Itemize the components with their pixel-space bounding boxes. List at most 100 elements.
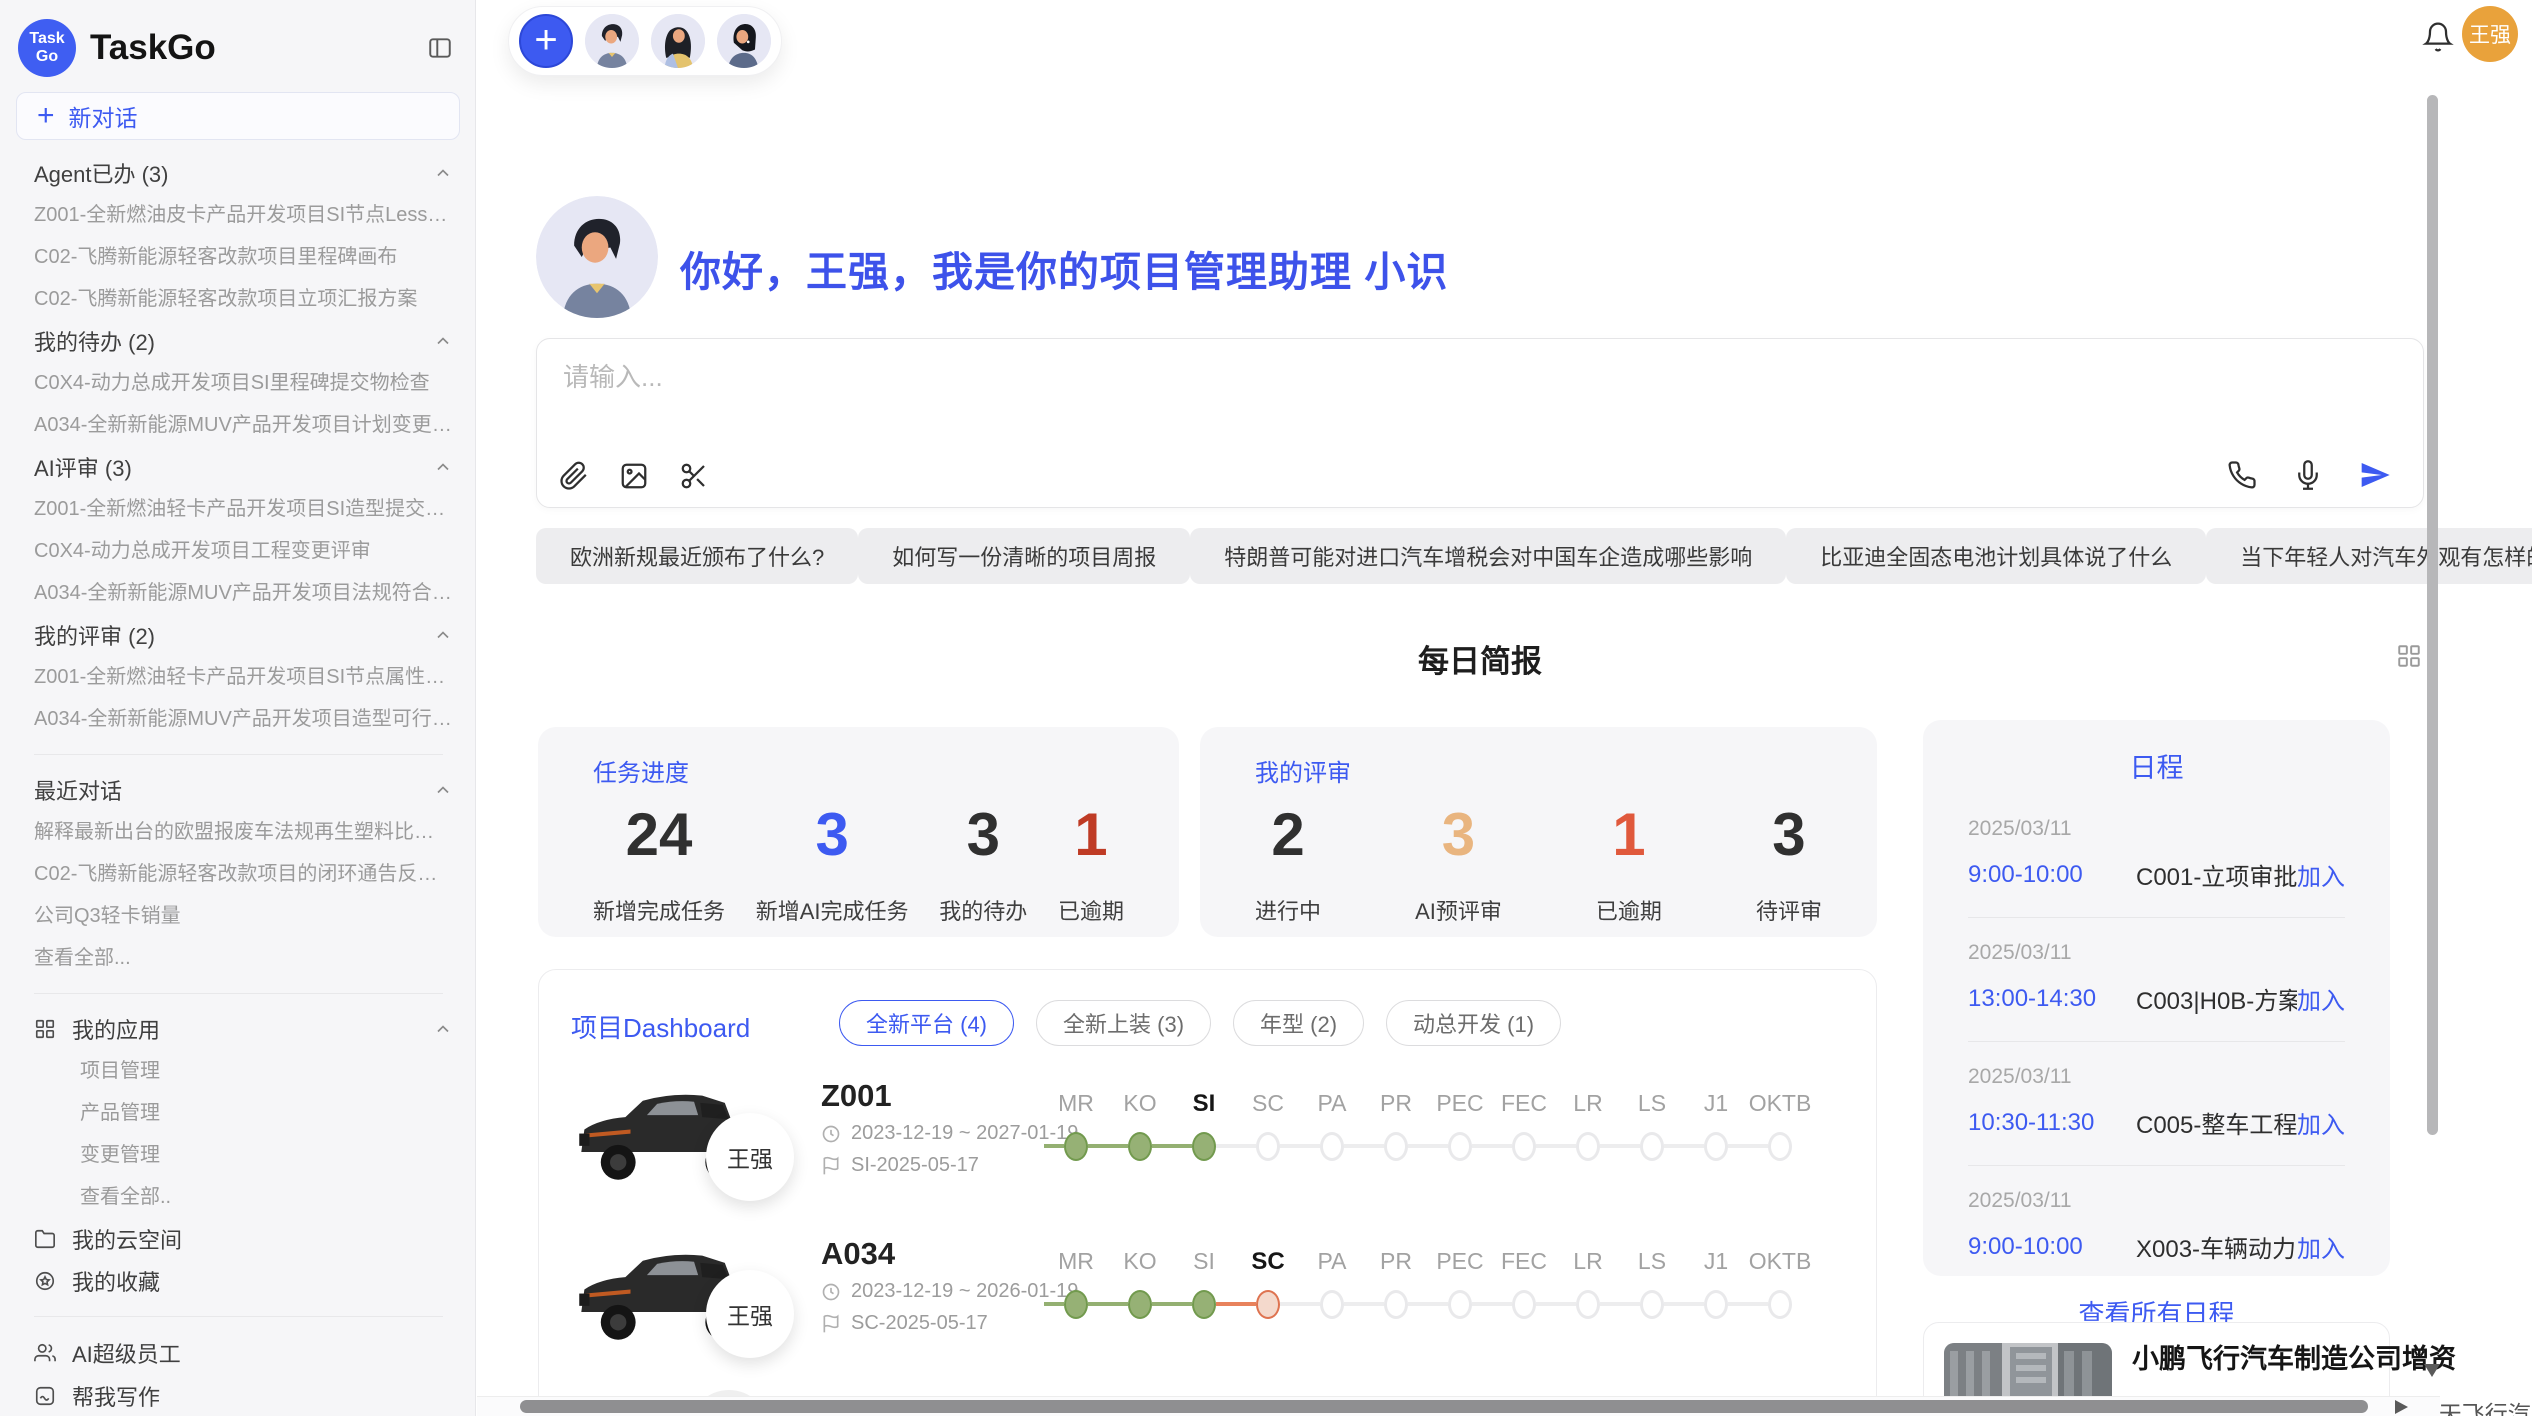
sidebar-task-item[interactable]: C0X4-动力总成开发项目工程变更评审 — [34, 530, 453, 572]
project-dates: 2023-12-19 ~ 2026-01-19 — [821, 1280, 1078, 1303]
stat: 3 新增AI完成任务 — [756, 802, 909, 926]
tool-label: 帮我写作 — [72, 1380, 160, 1412]
stat-label: 已逾期 — [1596, 894, 1662, 926]
scroll-right-arrow[interactable] — [2395, 1400, 2408, 1414]
section-agent-done[interactable]: Agent已办 (3) — [34, 152, 453, 194]
stat-label: 我的待办 — [939, 894, 1027, 926]
briefing-layout-button[interactable] — [2390, 642, 2428, 670]
milestone-node-pending — [1768, 1132, 1792, 1161]
milestone-labels: MR KO SI SC PA PR PEC FEC LR LS J1 OKTB — [1044, 1248, 1834, 1276]
collapse-sidebar-button[interactable] — [427, 35, 453, 61]
chevron-up-icon — [433, 780, 453, 800]
join-meeting-button[interactable]: 加入 — [2297, 857, 2345, 892]
recent-chat-item[interactable]: C02-飞腾新能源轻客改款项目的闭环通告反馈情况 — [34, 853, 453, 895]
schedule-time: 10:30-11:30 — [1968, 1109, 2136, 1137]
recent-view-all[interactable]: 查看全部... — [34, 937, 453, 979]
join-meeting-button[interactable]: 加入 — [2297, 981, 2345, 1016]
greeting-text: 你好，王强，我是你的项目管理助理 小识 — [680, 238, 1448, 298]
recent-chat-item[interactable]: 解释最新出台的欧盟报废车法规再生塑料比例被调至15%... — [34, 811, 453, 853]
milestone-date: SC-2025-05-17 — [851, 1312, 988, 1335]
suggestion-chip[interactable]: 如何写一份清晰的项目周报 — [858, 528, 1190, 584]
my-favorites[interactable]: 我的收藏 — [34, 1260, 453, 1302]
new-chat-button[interactable]: + 新对话 — [16, 92, 460, 140]
insert-image-button[interactable] — [619, 461, 649, 491]
milestone-label-current: SI — [1172, 1090, 1236, 1118]
tool-help-me-write[interactable]: 帮我写作 — [34, 1374, 453, 1416]
notifications-button[interactable] — [2416, 20, 2460, 54]
join-meeting-button[interactable]: 加入 — [2297, 1105, 2345, 1140]
assistant-avatar-3[interactable] — [717, 14, 771, 68]
milestone-label: FEC — [1492, 1248, 1556, 1276]
voice-call-button[interactable] — [2227, 460, 2257, 490]
sidebar-task-item[interactable]: Z001-全新燃油轻卡产品开发项目SI节点属性5D文件评审 — [34, 656, 453, 698]
sidebar-task-item[interactable]: A034-全新新能源MUV产品开发项目计划变更表编写 — [34, 404, 453, 446]
schedule-time: 9:00-10:00 — [1968, 861, 2136, 889]
sidebar: Task Go TaskGo + 新对话 Agent已办 (3) Z001-全新 — [0, 0, 476, 1416]
milestone-node-pending — [1640, 1290, 1664, 1319]
suggestion-chip[interactable]: 特朗普可能对进口汽车增税会对中国车企造成哪些影响 — [1190, 528, 1786, 584]
schedule-item[interactable]: 2025/03/11 9:00-10:00 X003-车辆动力学性能验... 加… — [1968, 1189, 2345, 1264]
sidebar-task-item[interactable]: C02-飞腾新能源轻客改款项目里程碑画布 — [34, 236, 453, 278]
sidebar-task-item[interactable]: C02-飞腾新能源轻客改款项目立项汇报方案 — [34, 278, 453, 320]
horizontal-scrollbar-thumb[interactable] — [520, 1400, 2368, 1413]
sidebar-task-item[interactable]: A034-全新新能源MUV产品开发项目法规符合性评审 — [34, 572, 453, 614]
sidebar-task-item[interactable]: Z001-全新燃油轻卡产品开发项目SI造型提交物评审 — [34, 488, 453, 530]
filter-chip[interactable]: 动总开发 (1) — [1386, 1000, 1561, 1046]
milestone-track: MR KO SI SC PA PR PEC FEC LR LS J1 OKTB — [1044, 1248, 1834, 1320]
project-dates: 2023-12-19 ~ 2027-01-19 — [821, 1122, 1078, 1145]
app-logo: Task Go — [18, 19, 76, 77]
send-button[interactable] — [2359, 459, 2391, 491]
milestone-label: OKTB — [1748, 1248, 1812, 1276]
recent-chat-item[interactable]: 公司Q3轻卡销量 — [34, 895, 453, 937]
user-avatar[interactable]: 王强 — [2462, 6, 2518, 62]
filter-chip[interactable]: 全新上装 (3) — [1036, 1000, 1211, 1046]
app-item-change-mgmt[interactable]: 变更管理 — [34, 1134, 453, 1176]
stat-value: 24 — [593, 802, 725, 868]
milestone-label: KO — [1108, 1090, 1172, 1118]
sidebar-task-item[interactable]: Z001-全新燃油皮卡产品开发项目SI节点Lesson Learn报告 — [34, 194, 453, 236]
suggestion-chip[interactable]: 当下年轻人对汽车外观有怎样的喜好趋势 — [2206, 528, 2532, 584]
my-cloud-space[interactable]: 我的云空间 — [34, 1218, 453, 1260]
schedule-date: 2025/03/11 — [1968, 1065, 2345, 1089]
schedule-item[interactable]: 2025/03/11 9:00-10:00 C001-立项审批会 加入 — [1968, 817, 2345, 892]
milestone-label: LR — [1556, 1248, 1620, 1276]
my-apps-header[interactable]: 我的应用 — [34, 1008, 453, 1050]
divider — [34, 993, 443, 994]
screenshot-button[interactable] — [679, 461, 709, 491]
milestone-node-pending — [1704, 1132, 1728, 1161]
filter-chip[interactable]: 年型 (2) — [1233, 1000, 1364, 1046]
filter-chip-active[interactable]: 全新平台 (4) — [839, 1000, 1014, 1046]
suggestion-chip[interactable]: 比亚迪全固态电池计划具体说了什么 — [1786, 528, 2206, 584]
apps-view-all[interactable]: 查看全部.. — [34, 1176, 453, 1218]
sidebar-task-item[interactable]: C0X4-动力总成开发项目SI里程碑提交物检查 — [34, 362, 453, 404]
flag-icon — [821, 1314, 841, 1334]
tool-ai-super-staff[interactable]: AI超级员工 — [34, 1331, 453, 1374]
sidebar-task-item[interactable]: A034-全新新能源MUV产品开发项目造型可行性评审 — [34, 698, 453, 740]
attach-file-button[interactable] — [559, 461, 589, 491]
divider — [34, 1316, 443, 1317]
milestone-nodes — [1044, 1130, 1834, 1162]
chat-input[interactable] — [561, 361, 1965, 394]
owner-name: 王强 — [727, 1140, 773, 1174]
scroll-down-arrow[interactable] — [2424, 1364, 2440, 1377]
app-item-project-mgmt[interactable]: 项目管理 — [34, 1050, 453, 1092]
schedule-item[interactable]: 2025/03/11 10:30-11:30 C005-整车工程目标评审 加入 — [1968, 1065, 2345, 1140]
section-my-todo[interactable]: 我的待办 (2) — [34, 320, 453, 362]
milestone-node-pending — [1384, 1132, 1408, 1161]
app-title: TaskGo — [90, 28, 427, 68]
assistant-avatar-1[interactable] — [585, 14, 639, 68]
add-assistant-button[interactable]: + — [519, 14, 573, 68]
app-item-product-mgmt[interactable]: 产品管理 — [34, 1092, 453, 1134]
milestone-node-pending — [1256, 1132, 1280, 1161]
suggestion-chip[interactable]: 欧洲新规最近颁布了什么? — [536, 528, 858, 584]
section-recent-chats[interactable]: 最近对话 — [34, 769, 453, 811]
milestone-label: SC — [1236, 1090, 1300, 1118]
section-my-review[interactable]: 我的评审 (2) — [34, 614, 453, 656]
vertical-scrollbar-thumb[interactable] — [2427, 95, 2438, 1135]
assistant-avatar-2[interactable] — [651, 14, 705, 68]
schedule-item[interactable]: 2025/03/11 13:00-14:30 C003|H0B-方案冻结评审 加… — [1968, 941, 2345, 1016]
microphone-button[interactable] — [2293, 460, 2323, 490]
milestone-node-done — [1192, 1132, 1216, 1161]
section-ai-review[interactable]: AI评审 (3) — [34, 446, 453, 488]
join-meeting-button[interactable]: 加入 — [2297, 1229, 2345, 1264]
